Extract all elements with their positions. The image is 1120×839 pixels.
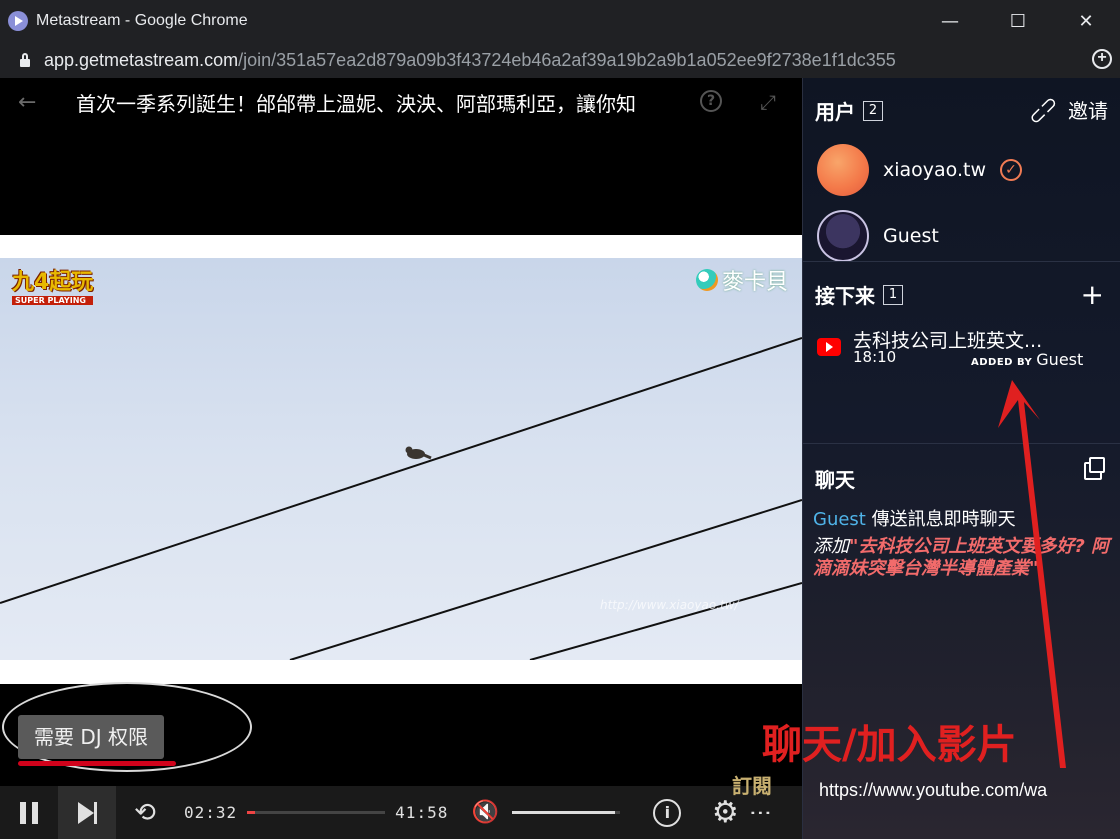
- video-letterbox-bottom: [0, 660, 802, 684]
- video-topbar: ← 首次一季系列誕生！邰邰帶上溫妮、泱泱、阿部瑪利亞，讓你知 ? ⤢: [0, 78, 802, 124]
- close-button[interactable]: ✕: [1052, 0, 1120, 42]
- info-button[interactable]: i: [638, 786, 696, 839]
- url-path: /join/351a57ea2d879a09b3f43724eb46a2af39…: [238, 49, 896, 70]
- skip-next-icon: [77, 801, 97, 824]
- sponsor-logo-text: 麥卡貝: [721, 270, 788, 295]
- invite-button[interactable]: ⊂⊃ 邀请: [1023, 89, 1108, 130]
- channel-logo-text: 九4起玩: [12, 270, 94, 295]
- sponsor-logo: 麥卡貝: [695, 264, 788, 296]
- user-name: Guest: [883, 225, 939, 247]
- user-row[interactable]: xiaoyao.tw ✓: [817, 144, 1022, 196]
- channel-logo: 九4起玩 SUPER PLAYING: [12, 264, 94, 305]
- chat-header: 聊天: [815, 464, 855, 493]
- chat-system-message: 添加"去科技公司上班英文要多好? 阿滴滴妹突擊台灣半導體產業": [813, 536, 1113, 580]
- chat-label: 聊天: [815, 468, 855, 492]
- verified-check-icon: ✓: [1000, 159, 1022, 181]
- seek-bar[interactable]: [247, 811, 386, 814]
- queue-count-badge: 1: [883, 284, 903, 305]
- invite-label: 邀请: [1068, 99, 1108, 123]
- address-bar[interactable]: app.getmetastream.com/join/351a57ea2d879…: [0, 42, 1120, 78]
- next-button[interactable]: [58, 786, 116, 839]
- info-icon: i: [653, 798, 682, 827]
- repeat-button[interactable]: ⟲: [116, 786, 174, 839]
- pause-button[interactable]: [0, 786, 58, 839]
- user-name: xiaoyao.tw: [883, 159, 986, 181]
- next-label: 接下来: [815, 284, 875, 308]
- next-header: 接下来 1: [815, 280, 903, 309]
- annotation-underline: [18, 761, 176, 766]
- dj-permission-badge: 需要 DJ 权限: [18, 715, 165, 759]
- pause-icon: [20, 801, 38, 824]
- avatar: [817, 210, 869, 262]
- chat-author: Guest: [813, 509, 866, 530]
- video-title: 首次一季系列誕生！邰邰帶上溫妮、泱泱、阿部瑪利亞，讓你知: [76, 92, 636, 116]
- system-message-prefix: 添加: [813, 536, 849, 557]
- minimize-button[interactable]: —: [916, 0, 984, 42]
- annotation-text: 聊天/加入影片: [762, 722, 1017, 768]
- chat-message: Guest 傳送訊息即時聊天: [813, 508, 1113, 532]
- users-count-badge: 2: [863, 100, 883, 121]
- youtube-icon: [817, 338, 841, 356]
- queue-item[interactable]: 去科技公司上班英文... 18:10 ADDED BY Guest: [817, 326, 1107, 374]
- duration: 41:58: [395, 803, 449, 822]
- divider: [803, 261, 1120, 262]
- added-by-user: Guest: [1036, 350, 1084, 369]
- video-area: ← 首次一季系列誕生！邰邰帶上溫妮、泱泱、阿部瑪利亞，讓你知 ? ⤢ 九4起玩 S…: [0, 78, 802, 839]
- system-message-title: "去科技公司上班英文要多好? 阿滴滴妹突擊台灣半導體產業": [813, 536, 1110, 579]
- channel-logo-sub: SUPER PLAYING: [12, 296, 94, 305]
- more-options-icon[interactable]: ⋮: [747, 802, 772, 824]
- users-header: 用户 2: [815, 96, 883, 125]
- add-icon[interactable]: +: [1092, 49, 1112, 69]
- queue-item-added-by: ADDED BY Guest: [971, 350, 1083, 369]
- repeat-icon: ⟲: [134, 797, 156, 828]
- avatar: [817, 144, 869, 196]
- volume-slider-fill: [512, 811, 615, 814]
- mute-button[interactable]: 🔇: [458, 786, 512, 839]
- link-icon: ⊂⊃: [1022, 89, 1064, 130]
- maximize-button[interactable]: ☐: [984, 0, 1052, 42]
- url-host: app.getmetastream.com: [44, 49, 239, 70]
- divider: [803, 443, 1120, 444]
- add-media-plus-icon[interactable]: +: [1081, 278, 1104, 311]
- window-controls: — ☐ ✕: [916, 0, 1120, 42]
- window-title: Metastream - Google Chrome: [36, 12, 248, 29]
- users-label: 用户: [815, 100, 855, 124]
- current-time: 02:32: [184, 803, 238, 822]
- url-text[interactable]: app.getmetastream.com/join/351a57ea2d879…: [44, 50, 896, 71]
- video-frame[interactable]: 九4起玩 SUPER PLAYING 麥卡貝 http://www.xiaoyao…: [0, 258, 802, 660]
- back-arrow-icon[interactable]: ←: [18, 90, 36, 115]
- window-titlebar: Metastream - Google Chrome — ☐ ✕: [0, 0, 1120, 42]
- volume-slider[interactable]: [512, 811, 621, 814]
- lock-icon[interactable]: [18, 53, 32, 67]
- queue-item-duration: 18:10: [853, 348, 897, 366]
- player-controls: ⟲ 02:32 41:58 🔇 i ⚙ ⋮: [0, 786, 802, 839]
- seek-bar-fill: [247, 811, 256, 814]
- gear-icon: ⚙: [711, 795, 739, 830]
- help-icon[interactable]: ?: [700, 90, 722, 112]
- added-by-label: ADDED BY: [971, 357, 1033, 368]
- chat-input[interactable]: [811, 768, 1111, 812]
- subscribe-logo: 訂閱: [732, 774, 772, 798]
- mute-icon: 🔇: [471, 800, 500, 825]
- popout-icon[interactable]: [1084, 457, 1105, 480]
- expand-icon[interactable]: ⤢: [760, 90, 776, 114]
- video-letterbox-top: [0, 235, 802, 258]
- user-row[interactable]: Guest: [817, 210, 939, 262]
- metastream-app-icon: [8, 11, 28, 31]
- sponsor-logo-icon: [695, 269, 718, 291]
- watermark: http://www.xiaoyao.tw/: [600, 598, 739, 612]
- chat-text: 傳送訊息即時聊天: [871, 509, 1016, 530]
